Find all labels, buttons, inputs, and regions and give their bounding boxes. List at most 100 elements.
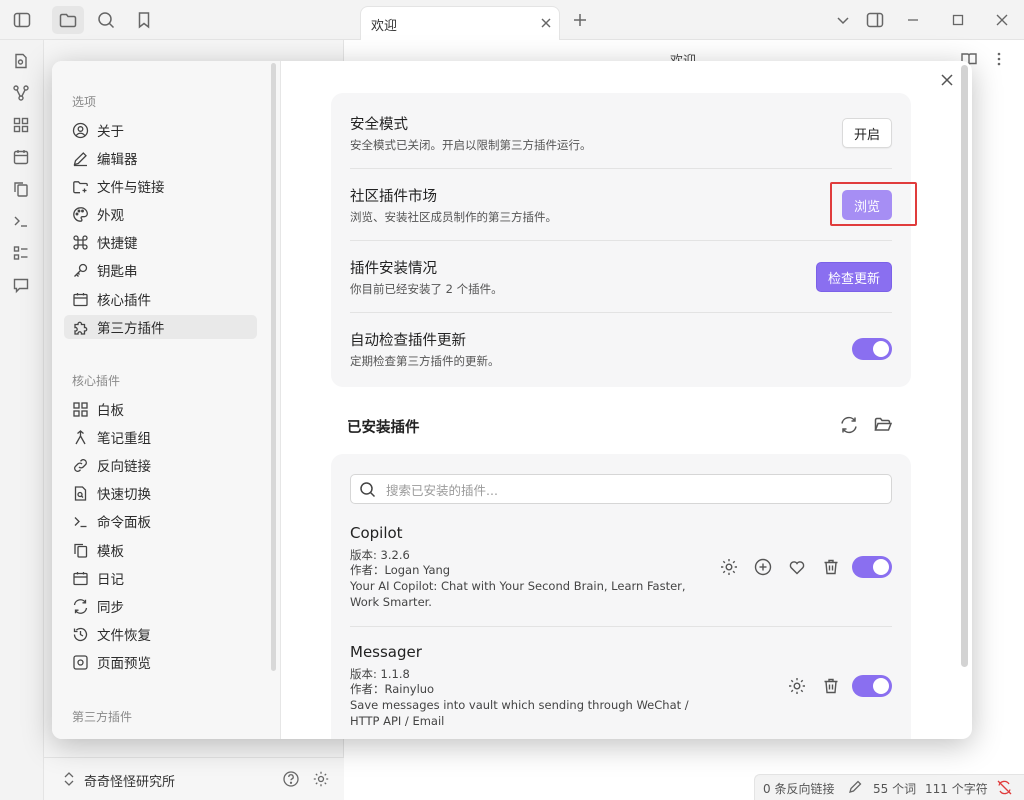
preview-icon xyxy=(72,654,89,671)
history-icon xyxy=(72,626,89,643)
nav-item-label: 日记 xyxy=(97,572,124,588)
plus-circle-icon[interactable] xyxy=(753,557,773,577)
sync-icon xyxy=(72,598,89,615)
installed-plugins-title: 已安装插件 xyxy=(347,420,420,436)
safe-mode-button[interactable]: 开启 xyxy=(842,118,892,148)
nav-item-files-links[interactable]: 文件与链接 xyxy=(64,174,257,198)
nav-item-label: 笔记重组 xyxy=(97,431,151,447)
plugin-author: 作者：Logan Yang xyxy=(350,563,451,577)
nav-item-note-composer[interactable]: 笔记重组 xyxy=(64,425,257,449)
toggle-knob xyxy=(873,559,889,575)
gear-icon[interactable] xyxy=(787,676,807,696)
content-scrollbar[interactable] xyxy=(961,65,968,667)
files-icon xyxy=(72,542,89,559)
settings-nav: 选项 关于 编辑器 文件与链接 外观 快捷键 钥匙串 核心插件 第三方插件 核心… xyxy=(52,61,281,739)
nav-item-label: 命令面板 xyxy=(97,515,151,531)
refresh-icon[interactable] xyxy=(839,415,859,435)
divider xyxy=(350,168,892,169)
check-updates-button[interactable]: 检查更新 xyxy=(816,262,892,292)
nav-item-label: 快捷键 xyxy=(97,236,138,252)
calendar-plugin-icon xyxy=(72,291,89,308)
nav-item-label: 文件与链接 xyxy=(97,180,165,196)
install-status-title: 插件安装情况 xyxy=(350,261,437,277)
plugin-author: 作者：Rainyluo xyxy=(350,682,435,696)
nav-scrollbar[interactable] xyxy=(271,63,276,671)
user-circle-icon xyxy=(72,122,89,139)
nav-item-label: 关于 xyxy=(97,124,124,140)
settings-modal: 选项 关于 编辑器 文件与链接 外观 快捷键 钥匙串 核心插件 第三方插件 核心… xyxy=(52,61,972,739)
install-status-desc: 你目前已经安装了 2 个插件。 xyxy=(350,282,503,296)
nav-item-sync[interactable]: 同步 xyxy=(64,594,257,618)
plugin-search-field[interactable] xyxy=(350,474,892,504)
toggle-knob xyxy=(873,678,889,694)
nav-item-label: 模板 xyxy=(97,544,124,560)
auto-update-title: 自动检查插件更新 xyxy=(350,333,466,349)
nav-item-core-plugins[interactable]: 核心插件 xyxy=(64,287,257,311)
nav-item-daily-notes[interactable]: 日记 xyxy=(64,566,257,590)
nav-item-label: 页面预览 xyxy=(97,656,151,672)
nav-item-hotkeys[interactable]: 快捷键 xyxy=(64,230,257,254)
nav-item-label: 编辑器 xyxy=(97,152,138,168)
nav-item-page-preview[interactable]: 页面预览 xyxy=(64,650,257,674)
grid-icon xyxy=(72,401,89,418)
puzzle-icon xyxy=(72,319,89,336)
safe-mode-desc: 安全模式已关闭。开启以限制第三方插件运行。 xyxy=(350,138,592,152)
trash-icon[interactable] xyxy=(821,676,841,696)
nav-item-label: 快速切换 xyxy=(97,487,151,503)
nav-group-options: 选项 xyxy=(72,95,97,109)
plugin-name: Messager xyxy=(350,643,422,661)
calendar-icon xyxy=(72,570,89,587)
palette-icon xyxy=(72,206,89,223)
divider xyxy=(350,240,892,241)
nav-item-editor[interactable]: 编辑器 xyxy=(64,146,257,170)
search-icon xyxy=(359,481,376,498)
community-market-desc: 浏览、安装社区成员制作的第三方插件。 xyxy=(350,210,557,224)
nav-item-quick-switcher[interactable]: 快速切换 xyxy=(64,481,257,505)
nav-item-about[interactable]: 关于 xyxy=(64,118,257,142)
nav-item-appearance[interactable]: 外观 xyxy=(64,202,257,226)
trash-icon[interactable] xyxy=(821,557,841,577)
divider xyxy=(350,626,892,627)
community-market-title: 社区插件市场 xyxy=(350,189,437,205)
gear-icon[interactable] xyxy=(719,557,739,577)
nav-item-label: 同步 xyxy=(97,600,124,616)
nav-item-label: 反向链接 xyxy=(97,459,151,475)
merge-icon xyxy=(72,429,89,446)
terminal-icon xyxy=(72,513,89,530)
auto-update-toggle[interactable] xyxy=(852,338,892,360)
nav-item-label: 外观 xyxy=(97,208,124,224)
auto-update-desc: 定期检查第三方插件的更新。 xyxy=(350,354,500,368)
nav-group-community-plugins: 第三方插件 xyxy=(72,710,133,724)
search-input[interactable] xyxy=(386,479,876,501)
nav-item-templates[interactable]: 模板 xyxy=(64,538,257,562)
plugin-settings-card: 安全模式 安全模式已关闭。开启以限制第三方插件运行。 开启 社区插件市场 浏览、… xyxy=(331,93,911,387)
plugin-version: 版本: 3.2.6 xyxy=(350,548,410,562)
nav-item-label: 核心插件 xyxy=(97,293,151,309)
divider xyxy=(350,312,892,313)
nav-item-canvas[interactable]: 白板 xyxy=(64,397,257,421)
pen-icon xyxy=(72,150,89,167)
command-icon xyxy=(72,234,89,251)
folder-link-icon xyxy=(72,178,89,195)
nav-item-label: 第三方插件 xyxy=(97,321,165,337)
plugin-description: Save messages into vault which sending t… xyxy=(350,698,689,728)
safe-mode-title: 安全模式 xyxy=(350,117,408,133)
messager-toggle[interactable] xyxy=(852,675,892,697)
plugin-version: 版本: 1.1.8 xyxy=(350,667,410,681)
nav-group-core-plugins: 核心插件 xyxy=(72,374,121,388)
heart-icon[interactable] xyxy=(787,557,807,577)
close-icon[interactable] xyxy=(936,69,958,91)
link-icon xyxy=(72,457,89,474)
nav-item-community-plugins[interactable]: 第三方插件 xyxy=(64,315,257,339)
plugin-name: Copilot xyxy=(350,524,403,542)
nav-item-backlinks[interactable]: 反向链接 xyxy=(64,453,257,477)
nav-item-keychain[interactable]: 钥匙串 xyxy=(64,258,257,282)
nav-item-file-recovery[interactable]: 文件恢复 xyxy=(64,622,257,646)
file-search-icon xyxy=(72,485,89,502)
nav-item-command-palette[interactable]: 命令面板 xyxy=(64,509,257,533)
nav-item-label: 钥匙串 xyxy=(97,264,138,280)
installed-plugins-card: Copilot 版本: 3.2.6 作者：Logan Yang Your AI … xyxy=(331,454,911,739)
toggle-knob xyxy=(873,341,889,357)
copilot-toggle[interactable] xyxy=(852,556,892,578)
folder-open-icon[interactable] xyxy=(873,415,893,435)
